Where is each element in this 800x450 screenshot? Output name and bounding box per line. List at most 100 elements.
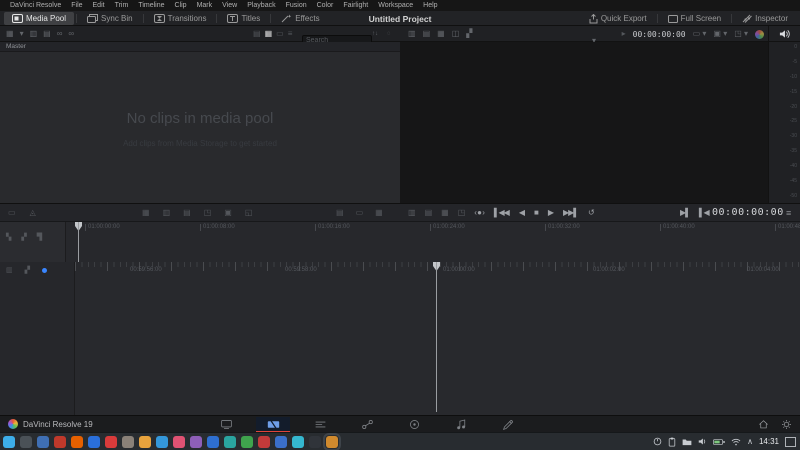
place-on-top-icon[interactable]: ▣ [224,208,232,217]
prev-clip-button[interactable]: ▌◀◀ [494,208,510,217]
app-red[interactable] [54,435,66,448]
media-pool-button[interactable]: Media Pool [4,12,75,25]
razor-tool-icon[interactable]: ▞ [25,267,30,274]
sync-icon[interactable]: ▚ [6,234,11,241]
color-wheel-icon[interactable] [755,29,764,39]
timeline-overview[interactable]: ▚ ▞ ▜ 01:00:00:00 01:00:08:00 01:00:16:00 01:… [0,222,800,262]
menu-item[interactable]: Fusion [281,2,312,9]
ripple-overwrite-icon[interactable]: ▤ [183,208,191,217]
overview-ruler[interactable]: 01:00:00:00 01:00:08:00 01:00:16:00 01:00:2… [66,222,800,262]
menu-item[interactable]: Timeline [133,2,169,9]
page-cut[interactable] [256,417,290,431]
full-extent-icon[interactable]: ▭ [356,208,364,217]
page-edit[interactable] [303,417,337,431]
new-smart-bin-icon[interactable]: ▤ [43,30,51,38]
list-view-icon[interactable]: ≡ [288,30,293,38]
metadata-view-icon[interactable]: ▤ [253,30,261,38]
resolution-menu-icon[interactable]: ▭ ▾ [693,30,707,38]
zoom-menu-icon[interactable]: ◳ ▾ [734,30,748,38]
app-pink[interactable] [173,435,185,448]
menu-item[interactable]: Trim [110,2,134,9]
relink-icon[interactable]: ∞ [57,30,63,38]
video-only-icon[interactable]: ▥ [408,30,416,38]
clip-play-icon[interactable]: ◳ [458,208,466,217]
play-button[interactable]: ▶ [548,208,554,217]
menu-item[interactable]: Clip [170,2,192,9]
timeline-zoom-icon[interactable]: ▤ [336,208,344,217]
wps-office[interactable] [258,435,270,448]
menu-item[interactable]: Fairlight [338,2,373,9]
transitions-button[interactable]: Transitions [146,12,215,25]
menu-item[interactable]: View [217,2,242,9]
app-teal[interactable] [224,435,236,448]
libreoffice[interactable] [139,435,151,448]
home-icon[interactable] [758,419,769,430]
thumbnail-view-icon[interactable]: ▦ [265,30,273,38]
mute-icon[interactable]: ▦ [441,208,449,217]
davinci-resolve[interactable] [323,432,341,450]
clipboard-icon[interactable] [668,437,676,447]
page-color[interactable] [397,417,431,431]
audio-trim-icon[interactable]: ▞ [21,234,26,241]
fast-review-icon[interactable]: ◬ [30,208,36,217]
menu-item[interactable]: Help [418,2,442,9]
inspector-button[interactable]: Inspector [734,12,796,25]
page-fairlight[interactable] [444,417,478,431]
sync-bin-button[interactable]: Sync Bin [79,12,141,25]
volume-icon[interactable] [698,437,707,446]
razor-icon[interactable]: ▞ [466,30,472,38]
menu-item[interactable]: Mark [192,2,218,9]
tools-icon[interactable]: ▥ [408,208,416,217]
loop-button[interactable]: ↺ [588,208,595,217]
stop-button[interactable]: ■ [534,208,539,217]
app-red-2[interactable] [105,435,117,448]
media-pool-panel[interactable]: No clips in media pool Add clips from Me… [0,52,400,203]
multicam-icon[interactable]: ▦ [437,30,445,38]
file-manager[interactable] [37,435,49,448]
video-track-icon[interactable]: ▥ [6,267,13,274]
gimp[interactable] [122,435,134,448]
marker-icon[interactable] [42,268,48,273]
overview-playhead[interactable] [78,222,79,262]
smart-insert-icon[interactable]: ▦ [142,208,150,217]
virtual-desktop-pager[interactable] [785,436,796,447]
titles-button[interactable]: Titles [219,12,268,25]
page-fusion[interactable] [350,417,384,431]
app-cyan[interactable] [292,435,304,448]
thunderbird[interactable] [88,435,100,448]
folder-icon[interactable] [682,438,692,446]
app-purple[interactable] [190,435,202,448]
new-bin-icon[interactable]: ▥ [30,30,38,38]
menu-item[interactable]: Workspace [373,2,418,9]
strip-view-icon[interactable]: ▭ [276,30,284,38]
bin-label[interactable]: Master [6,43,26,50]
playhead[interactable] [436,262,437,412]
menu-item[interactable]: Playback [242,2,280,9]
app-blue-3[interactable] [275,435,287,448]
terminal[interactable] [309,435,321,448]
close-up-icon[interactable]: ◳ [204,208,212,217]
menu-item[interactable]: Color [312,2,339,9]
timeline-options-icon[interactable]: ≡ [786,204,791,221]
app-blue-2[interactable] [207,435,219,448]
viewer-panel[interactable] [400,42,768,203]
timeline-timecode[interactable]: 00:00:00:00 [712,204,784,221]
menu-item[interactable]: Edit [88,2,110,9]
chevron-down-icon[interactable]: ▾ [20,30,24,38]
kde-menu[interactable] [3,435,15,448]
power-icon[interactable] [653,437,662,446]
source-overwrite-icon[interactable]: ◱ [245,208,253,217]
page-deliver[interactable] [491,417,525,431]
refresh-icon[interactable]: ◌ [387,31,391,37]
tools-icon[interactable]: ▜ [37,234,42,241]
settings-gear-icon[interactable] [781,419,792,430]
camera-icon[interactable]: ▤ [425,208,433,217]
first-frame-button[interactable]: ▌◀ [699,208,710,217]
lock-icon[interactable]: ▭ [8,208,16,217]
pager-widget[interactable] [20,435,32,448]
bin-list-icon[interactable]: ▦ [6,30,14,38]
taskbar-clock[interactable]: 14:31 [759,437,779,446]
split-view-icon[interactable]: ◫ [452,30,460,38]
next-clip-button[interactable]: ▶▶▌ [563,208,579,217]
menu-item[interactable]: DaVinci Resolve [5,2,66,9]
